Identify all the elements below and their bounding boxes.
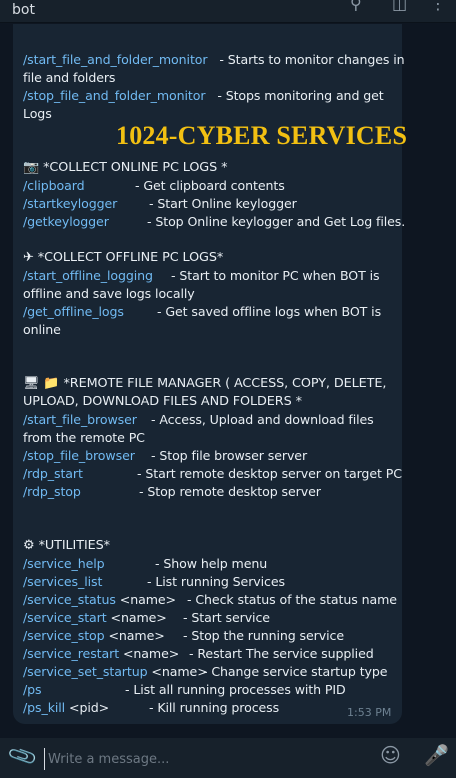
- gear-icon: ⚙: [23, 538, 35, 553]
- command-link[interactable]: /getkeylogger: [23, 214, 109, 229]
- command-description: - Change service startup type: [203, 664, 388, 679]
- command-row: /service_set_startup <name> - Change ser…: [23, 663, 388, 681]
- command-link[interactable]: /ps_kill: [23, 700, 65, 715]
- command-link[interactable]: /service_help: [23, 556, 105, 571]
- section-heading-remote: 🖥 📁 *REMOTE FILE MANAGER ( ACCESS, COPY, D…: [23, 376, 387, 391]
- command-link[interactable]: /stop_file_and_folder_monitor: [23, 88, 206, 103]
- command-description: - Show help menu: [155, 556, 268, 571]
- section-heading-utilities: ⚙ *UTILITIES*: [23, 538, 110, 553]
- section-heading-remote-cont: UPLOAD, DOWNLOAD FILES AND FOLDERS *: [23, 394, 302, 409]
- command-row: /service_help - Show help menu: [23, 555, 267, 573]
- description-continuation: from the remote PC: [23, 430, 145, 445]
- emoji-icon[interactable]: ☺: [380, 743, 401, 767]
- command-description: - List running Services: [147, 574, 285, 589]
- description-continuation: offline and save logs locally: [23, 286, 195, 301]
- command-description: - Start Online keylogger: [149, 196, 297, 211]
- command-row: /rdp_start - Start remote desktop server…: [23, 465, 402, 483]
- description-continuation: Logs: [23, 106, 52, 121]
- command-row: /service_stop <name> - Stop the running …: [23, 627, 344, 645]
- command-row: /services_list - List running Services: [23, 573, 285, 591]
- search-icon[interactable]: ⚲: [350, 0, 362, 13]
- command-description: - List all running processes with PID: [125, 682, 346, 697]
- command-link[interactable]: /ps: [23, 682, 42, 697]
- command-argument: <name>: [151, 664, 208, 679]
- message-timestamp: 1:53 PM: [347, 706, 392, 719]
- command-argument: <name>: [122, 646, 180, 661]
- command-argument: <name>: [119, 592, 176, 607]
- command-description: - Get saved offline logs when BOT is: [157, 304, 382, 319]
- command-description: - Stop remote desktop server: [139, 484, 321, 499]
- command-description: - Start to monitor PC when BOT is: [171, 268, 380, 283]
- command-link[interactable]: /service_stop: [23, 628, 105, 643]
- command-description: - Check status of the status name: [187, 592, 397, 607]
- airplane-icon: ✈: [23, 250, 34, 265]
- message-input[interactable]: [44, 748, 370, 770]
- command-argument: <name>: [108, 628, 165, 643]
- command-description: - Start service: [183, 610, 270, 625]
- command-link[interactable]: /service_set_startup: [23, 664, 148, 679]
- command-row: /service_restart <name> - Restart The se…: [23, 645, 374, 663]
- command-link[interactable]: /start_file_browser: [23, 412, 137, 427]
- command-link[interactable]: /start_offline_logging: [23, 268, 153, 283]
- side-panel-icon[interactable]: ◫: [392, 0, 407, 13]
- command-link[interactable]: /get_offline_logs: [23, 304, 124, 319]
- description-continuation: online: [23, 322, 61, 337]
- message-composer: 📎 ☺ 🎤: [0, 738, 456, 778]
- command-link[interactable]: /service_start: [23, 610, 107, 625]
- command-link[interactable]: /rdp_start: [23, 466, 83, 481]
- command-link[interactable]: /service_status: [23, 592, 116, 607]
- command-row: /service_status <name> - Check status of…: [23, 591, 397, 609]
- command-description: - Starts to monitor changes in: [219, 52, 405, 67]
- command-description: - Restart The service supplied: [189, 646, 374, 661]
- microphone-icon[interactable]: 🎤: [424, 743, 449, 767]
- folder-icon: 📁: [43, 376, 60, 391]
- command-row: /stop_file_browser - Stop file browser s…: [23, 447, 307, 465]
- chat-header: bot ⚲ ◫ ⋮: [0, 0, 456, 23]
- command-row: /rdp_stop - Stop remote desktop server: [23, 483, 321, 501]
- paperclip-icon[interactable]: 📎: [6, 739, 40, 772]
- camera-icon: 📷: [23, 160, 40, 175]
- command-row: /start_file_and_folder_monitor - Starts …: [23, 51, 405, 69]
- section-heading-offline: ✈ *COLLECT OFFLINE PC LOGS*: [23, 250, 224, 265]
- watermark-text: 1024-CYBER SERVICES: [116, 121, 408, 150]
- command-link[interactable]: /service_restart: [23, 646, 119, 661]
- command-link[interactable]: /rdp_stop: [23, 484, 81, 499]
- command-row: /start_file_browser - Access, Upload and…: [23, 411, 374, 429]
- description-continuation: file and folders: [23, 70, 116, 85]
- command-link[interactable]: /clipboard: [23, 178, 85, 193]
- command-description: - Access, Upload and download files: [151, 412, 374, 427]
- command-row: /startkeylogger - Start Online keylogger: [23, 195, 297, 213]
- command-argument: <pid>: [69, 700, 110, 715]
- computer-icon: 🖥: [23, 376, 40, 391]
- kebab-menu-icon[interactable]: ⋮: [430, 0, 446, 13]
- command-description: - Stop the running service: [183, 628, 344, 643]
- command-description: - Start remote desktop server on target …: [137, 466, 402, 481]
- command-row: /start_offline_logging - Start to monito…: [23, 267, 380, 285]
- command-link[interactable]: /stop_file_browser: [23, 448, 135, 463]
- section-heading-online: 📷 *COLLECT ONLINE PC LOGS *: [23, 160, 228, 175]
- command-link[interactable]: /services_list: [23, 574, 102, 589]
- chat-title[interactable]: bot: [12, 2, 35, 18]
- command-description: - Get clipboard contents: [135, 178, 285, 193]
- command-argument: <name>: [110, 610, 167, 625]
- command-description: - Kill running process: [149, 700, 280, 715]
- command-row: /get_offline_logs - Get saved offline lo…: [23, 303, 381, 321]
- command-link[interactable]: /start_file_and_folder_monitor: [23, 52, 208, 67]
- command-row: /clipboard - Get clipboard contents: [23, 177, 285, 195]
- command-row: /service_start <name> - Start service: [23, 609, 270, 627]
- command-description: - Stop Online keylogger and Get Log file…: [147, 214, 406, 229]
- command-description: - Stops monitoring and get: [217, 88, 384, 103]
- command-link[interactable]: /startkeylogger: [23, 196, 117, 211]
- command-row: /stop_file_and_folder_monitor - Stops mo…: [23, 87, 384, 105]
- command-row: /ps_kill <pid> - Kill running process: [23, 699, 279, 717]
- command-row: /ps - List all running processes with PI…: [23, 681, 346, 699]
- command-description: - Stop file browser server: [151, 448, 308, 463]
- command-row: /getkeylogger - Stop Online keylogger an…: [23, 213, 405, 231]
